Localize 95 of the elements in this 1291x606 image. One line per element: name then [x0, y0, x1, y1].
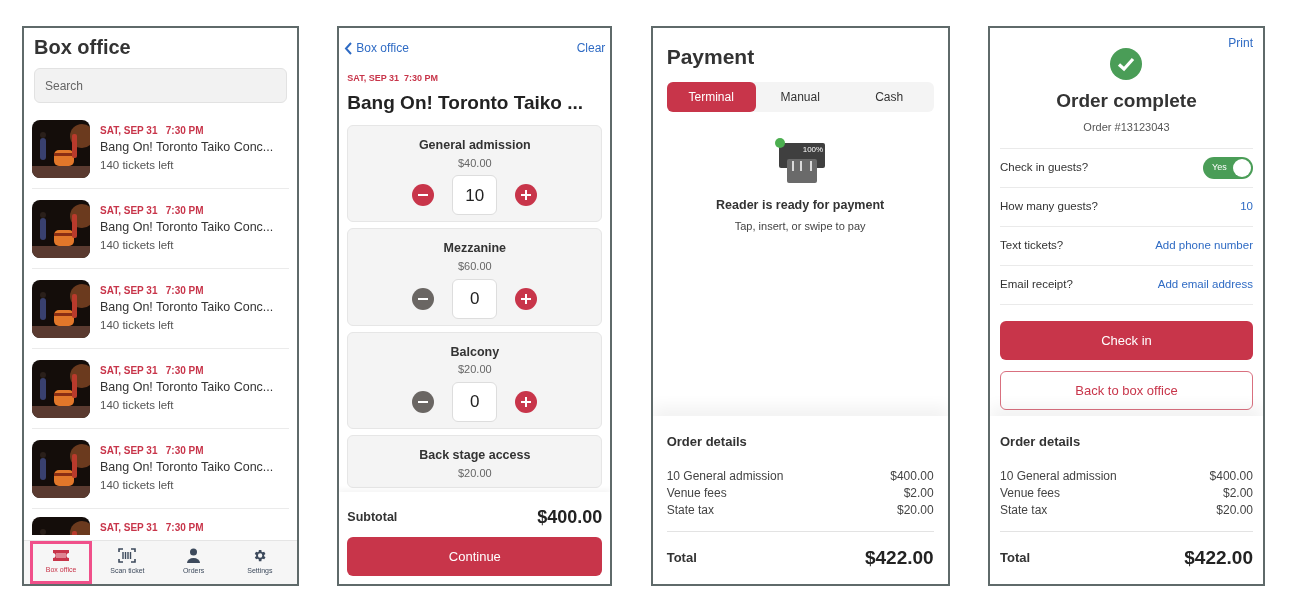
minus-icon — [418, 400, 429, 403]
tickets-left: 140 tickets left — [100, 397, 175, 413]
event-date: SAT, SEP 31 7:30 PM — [100, 284, 205, 298]
payment-tab[interactable]: Manual — [755, 81, 845, 112]
line-amount: $400.00 — [890, 467, 934, 485]
minus-button[interactable] — [412, 184, 435, 207]
line-amount: $2.00 — [1222, 484, 1253, 502]
reader-status: Reader is ready for payment — [716, 196, 885, 214]
order-number: Order #13123043 — [1083, 119, 1170, 135]
print-link[interactable]: Print — [1228, 34, 1253, 52]
line-amount: $20.00 — [896, 501, 934, 519]
line-label: 10 General admission — [666, 467, 784, 485]
tickets-left: 140 tickets left — [100, 157, 175, 173]
plus-button[interactable] — [515, 287, 538, 310]
row-link[interactable]: Add email address — [1157, 276, 1253, 294]
minus-icon — [418, 194, 429, 197]
reader-hint: Tap, insert, or swipe to pay — [734, 219, 866, 235]
tickets-left: 140 tickets left — [100, 477, 175, 493]
settings-icon — [252, 548, 268, 564]
total-amount: $422.00 — [1184, 545, 1253, 570]
person-icon — [186, 548, 202, 564]
scan-icon — [118, 548, 137, 564]
line-amount: $2.00 — [903, 484, 934, 502]
event-date: SAT, SEP 31 7:30 PM — [100, 204, 205, 218]
line-amount: $20.00 — [1216, 501, 1253, 519]
ticket-icon — [52, 549, 71, 563]
event-date: SAT, SEP 31 7:30 PM — [100, 521, 204, 535]
ticket-price: $20.00 — [458, 362, 492, 378]
event-row[interactable]: SAT, SEP 31 7:30 PM Bang On! Toronto Taiko Conc... 140 tickets left — [32, 109, 289, 189]
line-label: State tax — [1000, 501, 1048, 519]
ticket-price: $60.00 — [458, 259, 492, 274]
tickets-left: 140 tickets left — [100, 317, 175, 333]
ticket-name: Balcony — [450, 343, 500, 361]
plus-button[interactable] — [515, 390, 538, 413]
plus-button[interactable] — [515, 184, 538, 207]
payment-tab[interactable]: Cash — [844, 81, 934, 112]
back-link[interactable]: Box office — [344, 39, 409, 57]
battery-level: 100% — [802, 144, 824, 155]
line-label: Venue fees — [666, 484, 727, 502]
total-label: Total — [1000, 549, 1031, 567]
quantity-field[interactable]: 0 — [452, 278, 498, 319]
payment-tab[interactable]: Terminal — [666, 81, 756, 112]
event-name: Bang On! Toronto Taiko Conc... — [100, 219, 274, 236]
event-name: Bang On! Toronto Taiko Conc... — [100, 379, 274, 396]
card-reader-icon — [779, 142, 826, 183]
section-title: Order details — [666, 433, 748, 451]
screen-title: Payment — [666, 44, 756, 70]
screen-title: Order complete — [1056, 89, 1197, 113]
event-row[interactable]: SAT, SEP 31 7:30 PM Bang On! Toronto Taiko Conc... 140 tickets left — [32, 349, 289, 429]
search-field[interactable]: Search — [34, 68, 287, 103]
event-date: SAT, SEP 31 7:30 PM — [100, 444, 205, 458]
total-amount: $422.00 — [864, 545, 934, 570]
row-label: Text tickets? — [1000, 238, 1064, 254]
line-label: Venue fees — [1000, 484, 1061, 502]
event-row[interactable]: SAT, SEP 31 7:30 PM Bang On! Toronto Taiko Conc... 140 tickets left — [32, 189, 289, 269]
back-icon — [344, 41, 353, 55]
check-in-button[interactable]: Check in — [1000, 321, 1253, 360]
total-label: Total — [666, 549, 697, 567]
event-name: Bang On! Toronto Taiko Conc... — [100, 459, 274, 476]
minus-icon — [418, 297, 429, 300]
event-date: SAT, SEP 31 7:30 PM — [100, 124, 205, 138]
event-date: SAT, SEP 31 7:30 PM — [100, 364, 205, 378]
plus-icon — [521, 396, 532, 407]
subtotal-label: Subtotal — [347, 509, 398, 527]
row-link[interactable]: 10 — [1240, 198, 1253, 216]
line-label: State tax — [666, 501, 715, 519]
quantity-field[interactable]: 0 — [452, 381, 498, 422]
continue-button[interactable]: Continue — [347, 537, 603, 576]
section-title: Order details — [1000, 433, 1082, 451]
line-label: 10 General admission — [1000, 467, 1117, 485]
ticket-price: $40.00 — [458, 155, 492, 171]
event-name: Bang On! Toronto Taiko Conc... — [100, 299, 274, 316]
ticket-name: General admission — [418, 137, 531, 154]
subtotal-amount: $400.00 — [537, 506, 603, 529]
event-row[interactable]: SAT, SEP 31 7:30 PM Bang On! Toronto Taiko Conc... 140 tickets left — [32, 269, 289, 349]
row-label: Check in guests? — [1000, 160, 1089, 176]
row-link[interactable]: Add phone number — [1155, 237, 1253, 255]
ticket-price: $20.00 — [458, 465, 492, 481]
ticket-name: Back stage access — [419, 446, 531, 464]
event-row[interactable]: SAT, SEP 31 7:30 PM Bang On! Toronto Taiko Conc... 140 tickets left — [32, 429, 289, 509]
event-date: SAT, SEP 31 7:30 PM — [346, 72, 440, 85]
plus-icon — [521, 190, 532, 201]
back-to-box-office-button[interactable]: Back to box office — [1000, 371, 1253, 410]
screen-title: Box office — [34, 35, 132, 60]
tickets-left: 140 tickets left — [100, 237, 175, 253]
row-label: How many guests? — [1000, 199, 1098, 215]
ticket-name: Mezzanine — [443, 240, 507, 258]
clear-link[interactable]: Clear — [576, 39, 606, 57]
row-label: Email receipt? — [1000, 277, 1073, 293]
event-title: Bang On! Toronto Taiko ... — [346, 90, 585, 115]
line-amount: $400.00 — [1209, 467, 1253, 485]
quantity-field[interactable]: 10 — [452, 175, 498, 216]
plus-icon — [521, 293, 532, 304]
check-icon — [1110, 48, 1143, 80]
event-name: Bang On! Toronto Taiko Conc... — [100, 139, 274, 156]
